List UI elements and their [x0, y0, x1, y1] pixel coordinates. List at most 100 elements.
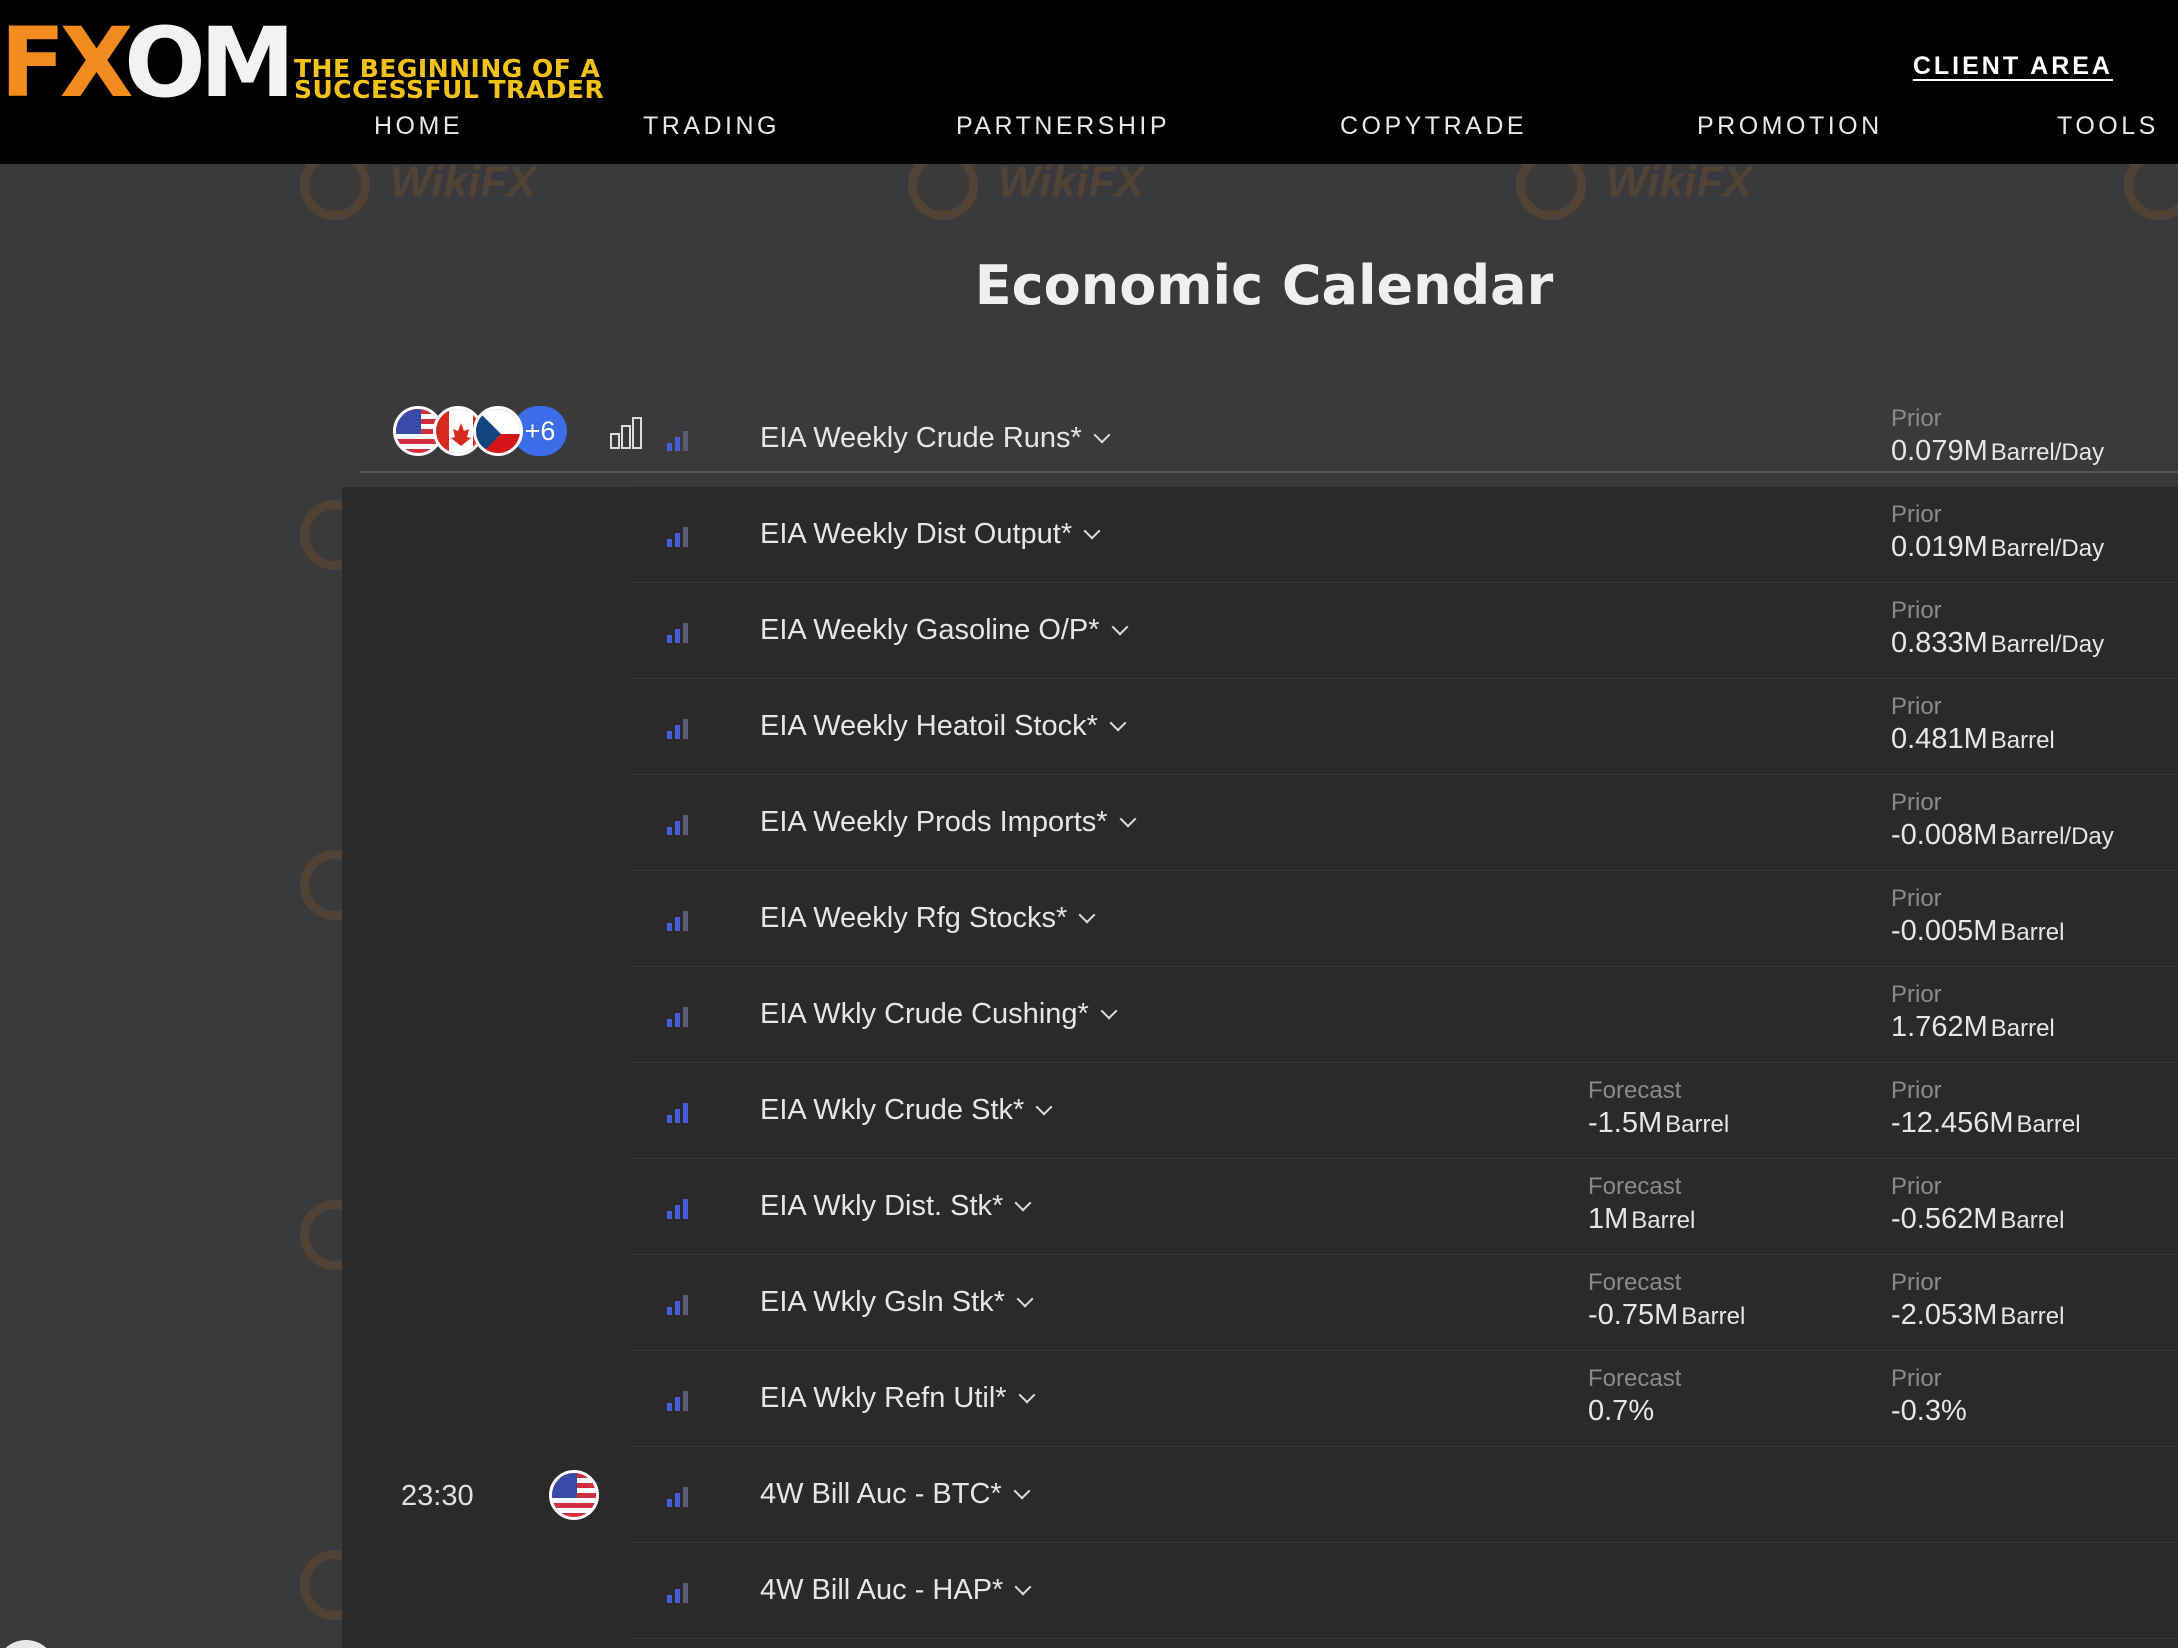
top-navigation-bar: FXOM THE BEGINNING OF A SUCCESSFUL TRADE…: [0, 0, 2178, 164]
table-row[interactable]: EIA Weekly Prods Imports* Prior -0.008M Bar…: [342, 775, 2178, 871]
chevron-down-icon: [1035, 1098, 1053, 1116]
chevron-down-icon: [1014, 1578, 1032, 1596]
nav-partnership[interactable]: PARTNERSHIP: [956, 112, 1170, 141]
chevron-down-icon: [1018, 1386, 1036, 1404]
forecast-label: Forecast: [1588, 1269, 1682, 1296]
table-row[interactable]: EIA Wkly Dist. Stk* Forecast 1M Barrel Prior…: [342, 1159, 2178, 1255]
event-name[interactable]: EIA Wkly Crude Stk*: [760, 1094, 1053, 1127]
forecast-label: Forecast: [1588, 1365, 1682, 1392]
table-row[interactable]: EIA Weekly Crude Runs* Prior 0.079M Barrel/…: [342, 391, 2178, 487]
event-name-text: EIA Wkly Crude Stk*: [760, 1094, 1025, 1126]
prior-unit: Barrel: [1990, 727, 2055, 754]
chevron-down-icon: [1100, 1002, 1118, 1020]
table-row[interactable]: EIA Wkly Gsln Stk* Forecast -0.75M Barrel Pr…: [342, 1255, 2178, 1351]
table-row[interactable]: EIA Weekly Heatoil Stock* Prior 0.481M Barr…: [342, 679, 2178, 775]
prior-unit: Barrel: [2000, 1303, 2065, 1330]
prior-number: 0.079M: [1891, 435, 1988, 467]
prior-label: Prior: [1891, 1173, 1942, 1200]
event-name[interactable]: 4W Bill Auc - BTC*: [760, 1478, 1031, 1511]
table-row[interactable]: EIA Weekly Dist Output* Prior 0.019M Barrel…: [342, 487, 2178, 583]
prior-value: -0.005M Barrel: [1891, 915, 2064, 948]
chevron-down-icon: [1083, 522, 1101, 540]
table-row[interactable]: EIA Weekly Rfg Stocks* Prior -0.005M Barrel: [342, 871, 2178, 967]
table-row[interactable]: EIA Wkly Crude Stk* Forecast -1.5M Barrel Pr…: [342, 1063, 2178, 1159]
importance-icon: [667, 1583, 689, 1603]
chat-bubble-button[interactable]: [0, 1640, 56, 1648]
event-name-text: EIA Weekly Prods Imports*: [760, 806, 1108, 838]
event-name-text: EIA Weekly Crude Runs*: [760, 422, 1082, 454]
event-name-text: EIA Wkly Dist. Stk*: [760, 1190, 1004, 1222]
importance-icon: [667, 911, 689, 931]
prior-value: -0.3%: [1891, 1395, 1970, 1428]
prior-number: -12.456M: [1891, 1107, 2014, 1139]
prior-unit: Barrel/Day: [1990, 631, 2105, 658]
us-flag-icon: [549, 1470, 599, 1520]
event-name[interactable]: EIA Weekly Rfg Stocks*: [760, 902, 1096, 935]
nav-tools[interactable]: TOOLS: [2057, 112, 2159, 141]
row-divider: [632, 1638, 2178, 1639]
table-row[interactable]: 4W Bill Auc - HAP*: [342, 1543, 2178, 1639]
forecast-value: -0.75M Barrel: [1588, 1299, 1745, 1332]
importance-icon: [667, 1007, 689, 1027]
event-name[interactable]: EIA Weekly Crude Runs*: [760, 422, 1111, 455]
event-name[interactable]: EIA Weekly Heatoil Stock*: [760, 710, 1127, 743]
event-name[interactable]: EIA Wkly Crude Cushing*: [760, 998, 1118, 1031]
event-name[interactable]: EIA Weekly Dist Output*: [760, 518, 1101, 551]
event-name-text: 4W Bill Auc - HAP*: [760, 1574, 1004, 1606]
event-name-text: EIA Weekly Dist Output*: [760, 518, 1073, 550]
prior-label: Prior: [1891, 405, 1942, 432]
importance-icon: [667, 1103, 689, 1123]
page-title: Economic Calendar: [974, 254, 1554, 317]
forecast-unit: Barrel: [1665, 1111, 1730, 1138]
importance-icon: [667, 1295, 689, 1315]
forecast-number: -0.75M: [1588, 1299, 1679, 1331]
event-name[interactable]: 4W Bill Auc - HAP*: [760, 1574, 1032, 1607]
fxom-logo[interactable]: FXOM: [0, 15, 295, 111]
prior-unit: Barrel: [1990, 1015, 2055, 1042]
chevron-down-icon: [1016, 1290, 1034, 1308]
forecast-unit: Barrel: [1631, 1207, 1696, 1234]
logo-om: OM: [124, 7, 295, 119]
prior-number: -0.3%: [1891, 1395, 1967, 1427]
importance-icon: [667, 815, 689, 835]
tagline-line-2: SUCCESSFUL TRADER: [294, 75, 605, 104]
prior-value: 1.762M Barrel: [1891, 1011, 2055, 1044]
watermark-text: WikiFX: [1606, 157, 1753, 207]
event-name[interactable]: EIA Wkly Refn Util*: [760, 1382, 1036, 1415]
table-row[interactable]: EIA Wkly Refn Util* Forecast 0.7% Prior -0.3…: [342, 1351, 2178, 1447]
event-name[interactable]: EIA Weekly Gasoline O/P*: [760, 614, 1129, 647]
event-name[interactable]: EIA Wkly Gsln Stk*: [760, 1286, 1034, 1319]
prior-number: 0.019M: [1891, 531, 1988, 563]
chevron-down-icon: [1119, 810, 1137, 828]
prior-label: Prior: [1891, 1269, 1942, 1296]
event-name-text: EIA Wkly Refn Util*: [760, 1382, 1007, 1414]
table-row[interactable]: 23:30 4W Bill Auc - BTC*: [342, 1447, 2178, 1543]
main-nav: HOME TRADING PARTNERSHIP COPYTRADE PROMO…: [0, 112, 2178, 152]
forecast-number: 0.7%: [1588, 1395, 1655, 1427]
importance-icon: [667, 719, 689, 739]
client-area-link[interactable]: CLIENT AREA: [1913, 52, 2113, 81]
event-name[interactable]: EIA Weekly Prods Imports*: [760, 806, 1137, 839]
nav-copytrade[interactable]: COPYTRADE: [1340, 112, 1527, 141]
prior-number: 1.762M: [1891, 1011, 1988, 1043]
nav-promotion[interactable]: PROMOTION: [1697, 112, 1883, 141]
chevron-down-icon: [1093, 426, 1111, 444]
prior-label: Prior: [1891, 789, 1942, 816]
nav-trading[interactable]: TRADING: [643, 112, 780, 141]
prior-unit: Barrel: [2016, 1111, 2081, 1138]
watermark-text: WikiFX: [390, 157, 537, 207]
prior-number: 0.481M: [1891, 723, 1988, 755]
importance-icon: [667, 1391, 689, 1411]
prior-label: Prior: [1891, 981, 1942, 1008]
prior-value: 0.833M Barrel/Day: [1891, 627, 2104, 660]
prior-number: -0.008M: [1891, 819, 1998, 851]
event-name-text: EIA Weekly Gasoline O/P*: [760, 614, 1100, 646]
event-name[interactable]: EIA Wkly Dist. Stk*: [760, 1190, 1032, 1223]
nav-home[interactable]: HOME: [374, 112, 463, 141]
table-row[interactable]: EIA Weekly Gasoline O/P* Prior 0.833M Barre…: [342, 583, 2178, 679]
forecast-number: 1M: [1588, 1203, 1629, 1235]
prior-value: 0.019M Barrel/Day: [1891, 531, 2104, 564]
prior-number: 0.833M: [1891, 627, 1988, 659]
prior-value: -0.562M Barrel: [1891, 1203, 2064, 1236]
table-row[interactable]: EIA Wkly Crude Cushing* Prior 1.762M Barrel: [342, 967, 2178, 1063]
